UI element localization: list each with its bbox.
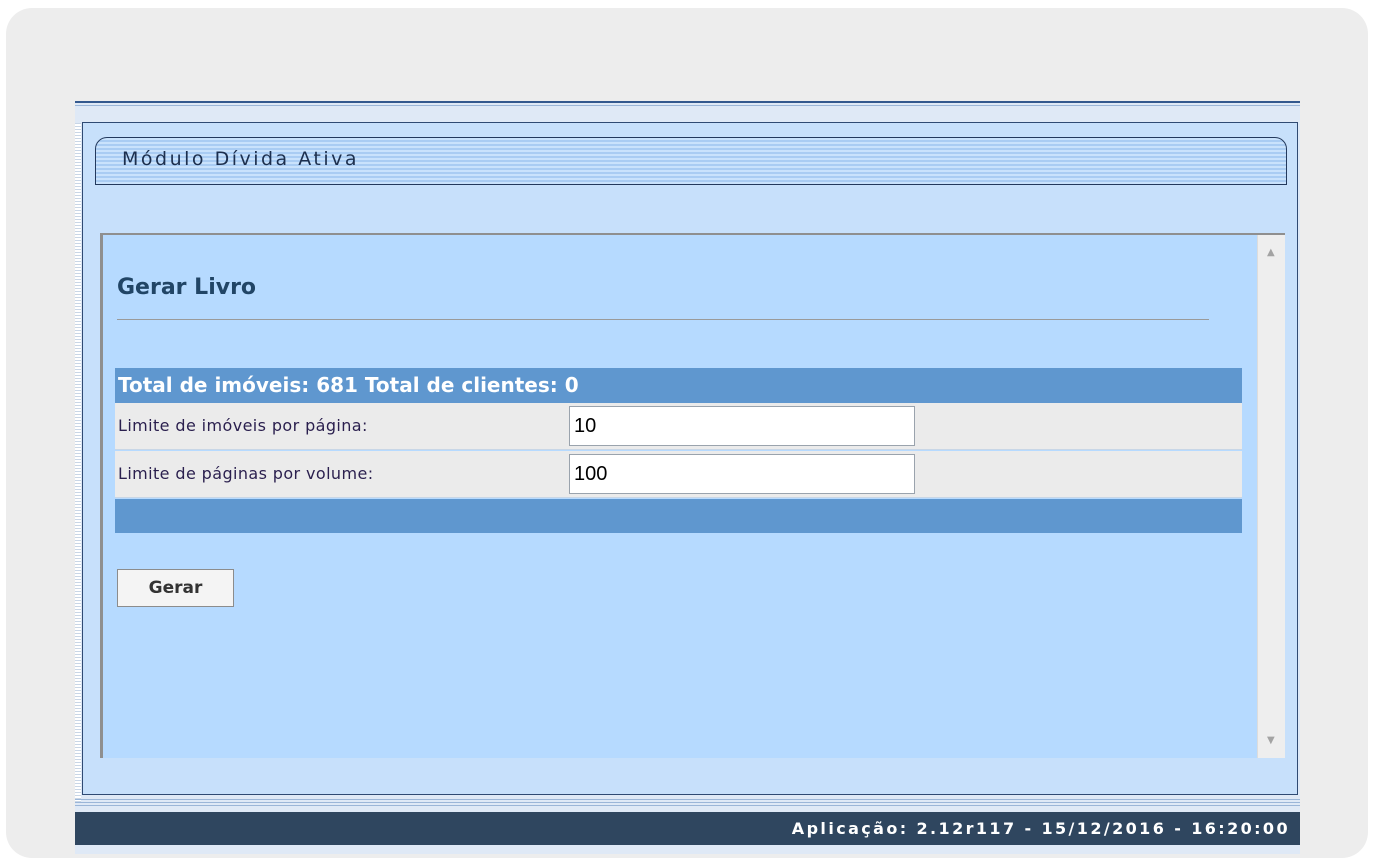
module-title: Módulo Dívida Ativa: [122, 148, 360, 170]
form-row-paginas-limit: Limite de páginas por volume:: [115, 451, 1242, 498]
title-divider: [117, 319, 1209, 320]
app-version-status: Aplicação: 2.12r117 - 15/12/2016 - 16:20…: [791, 819, 1290, 838]
top-divider-thin: [75, 105, 1300, 106]
scroll-down-arrow-icon[interactable]: ▼: [1267, 735, 1275, 746]
bottom-divider-2: [75, 802, 1300, 803]
left-decorative-stripes: [75, 123, 81, 803]
totals-header: Total de imóveis: 681 Total de clientes:…: [115, 368, 1242, 403]
app-area: Módulo Dívida Ativa Gerar Livro Total de…: [75, 101, 1300, 854]
top-divider: [75, 101, 1300, 103]
module-tab: Módulo Dívida Ativa: [95, 137, 1287, 185]
page-title: Gerar Livro: [117, 275, 257, 300]
module-panel: Módulo Dívida Ativa Gerar Livro Total de…: [82, 122, 1298, 795]
imoveis-limit-input[interactable]: [569, 406, 915, 446]
content-pane: Gerar Livro Total de imóveis: 681 Total …: [100, 233, 1285, 758]
vertical-scrollbar[interactable]: ▲ ▼: [1257, 235, 1285, 758]
imoveis-limit-label: Limite de imóveis por página:: [118, 416, 368, 435]
status-bar: Aplicação: 2.12r117 - 15/12/2016 - 16:20…: [75, 812, 1300, 845]
bottom-divider-3: [75, 805, 1300, 806]
generate-button[interactable]: Gerar: [117, 569, 234, 607]
form-row-imoveis-limit: Limite de imóveis por página:: [115, 403, 1242, 450]
bottom-divider: [75, 799, 1300, 800]
paginas-limit-input[interactable]: [569, 454, 915, 494]
table-footer-bar: [115, 499, 1242, 533]
scroll-up-arrow-icon[interactable]: ▲: [1267, 247, 1275, 258]
paginas-limit-label: Limite de páginas por volume:: [118, 464, 374, 483]
